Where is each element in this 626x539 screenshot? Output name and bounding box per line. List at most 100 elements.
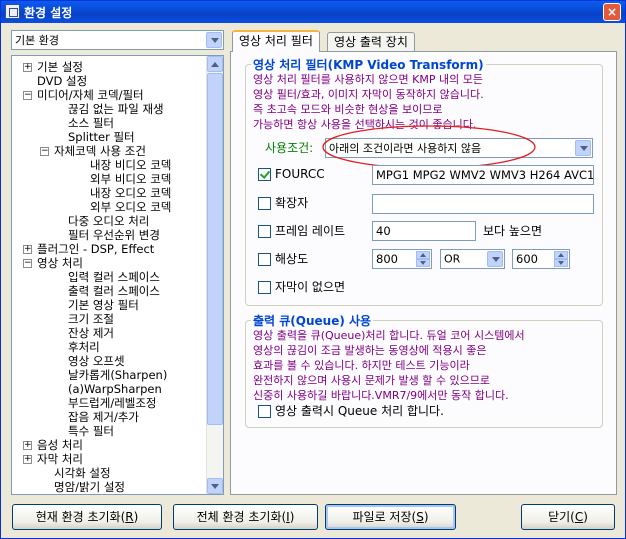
window-title: 환경 설정 [24, 6, 73, 20]
tab-video-output[interactable]: 영상 출력 장치 [327, 32, 415, 52]
resolution-op-value: OR [444, 252, 461, 266]
tree-scrollbar[interactable] [206, 56, 223, 494]
no-subtitle-label: 자막이 없으면 [275, 280, 346, 294]
save-to-file-key: S [416, 510, 424, 524]
reset-current-button[interactable]: 현재 환경 초기화(R) [12, 504, 162, 530]
tree-item-label: 필터 우선순위 변경 [68, 228, 160, 242]
scroll-down-icon[interactable] [207, 478, 223, 494]
stepper-up-icon[interactable] [554, 251, 568, 259]
framerate-checkbox[interactable] [258, 225, 271, 238]
reset-current-key: R [125, 510, 134, 524]
collapse-icon[interactable]: − [40, 147, 49, 156]
tree-item-label: 날카롭게(Sharpen) [68, 368, 168, 382]
settings-tree[interactable]: + 기본 설정 DVD 설정 − 미디어/자체 코덱/필터 끊김 없는 파일 재생 소스 필… [11, 55, 224, 495]
resolution-label: 해상도 [275, 252, 309, 266]
tree-item-label: 출력 컬러 스페이스 [68, 284, 160, 298]
tree-item-label: 영상 오프셋 [68, 354, 125, 368]
tree-item-label: 크기 조절 [68, 312, 114, 326]
scroll-up-icon[interactable] [207, 56, 223, 72]
tree-item-label: 후처리 [68, 340, 100, 354]
tab-panel: 영상 처리 필터(KMP Video Transform) 영상 처리 필터를 … [230, 51, 617, 495]
reset-all-button[interactable]: 전체 환경 초기화(I) [173, 504, 318, 530]
close-end: ) [583, 510, 588, 524]
tree-item-label: 내장 비디오 코덱 [90, 158, 172, 172]
stepper-down-icon[interactable] [554, 259, 568, 267]
tree-item-label: 플러그인 - DSP, Effect [37, 242, 155, 256]
tree-item-label: 영상 처리 [37, 256, 83, 270]
app-icon [5, 4, 20, 19]
close-label: 닫기( [548, 510, 575, 524]
tree-item-label: 입력 컬러 스페이스 [68, 270, 160, 284]
collapse-icon[interactable]: − [23, 259, 32, 268]
save-to-file-button[interactable]: 파일로 저장(S) [325, 504, 456, 530]
tree-item-label: 기본 설정 [37, 60, 83, 74]
close-window-button[interactable]: × [603, 3, 621, 21]
tree-item-label: 특수 필터 [68, 424, 114, 438]
tree-item-label: 내장 오디오 코덱 [90, 186, 172, 200]
settings-window: 환경 설정 × 기본 환경 + 기본 설정 DVD 설정 − 미디어/자체 코덱/필터 끊… [0, 0, 626, 539]
reset-current-label: 현재 환경 초기화( [35, 510, 126, 524]
fourcc-label: FOURCC [275, 167, 325, 181]
stepper-down-icon[interactable] [416, 259, 430, 267]
tree-item-label: 소스 필터 [68, 116, 114, 130]
fourcc-input[interactable]: MPG1 MPG2 WMV2 WMV3 H264 AVC1 [372, 165, 594, 185]
tree-item-label: 끊김 없는 파일 재생 [68, 102, 164, 116]
tree-item-label: 명암/밝기 설정 [54, 480, 126, 494]
tree-item-label: 다중 오디오 처리 [68, 214, 150, 228]
tree-item-label: 잡음 제거/추가 [68, 410, 140, 424]
close-key: C [574, 510, 584, 524]
expand-icon[interactable]: + [23, 441, 32, 450]
tree-item-label: 시각화 설정 [54, 466, 111, 480]
extension-checkbox[interactable] [258, 197, 271, 210]
chevron-down-icon[interactable] [487, 251, 503, 267]
fourcc-checkbox[interactable] [258, 168, 271, 181]
tree-item-label: 음성 처리 [37, 438, 83, 452]
queue-checkbox[interactable] [258, 405, 271, 418]
tree-item-label: Splitter 필터 [68, 130, 135, 144]
chevron-down-icon[interactable] [575, 140, 591, 156]
tree-item-label: 외부 비디오 코덱 [90, 172, 172, 186]
resolution-width-value: 800 [376, 252, 398, 266]
expand-icon[interactable]: + [23, 63, 32, 72]
tree-item-label: (a)WarpSharpen [68, 382, 162, 396]
scroll-thumb[interactable] [207, 73, 223, 425]
reset-all-label: 전체 환경 초기화( [196, 510, 287, 524]
framerate-suffix: 보다 높으면 [483, 224, 543, 238]
framerate-label: 프레임 레이트 [275, 224, 346, 238]
chevron-down-icon[interactable] [206, 32, 222, 48]
output-queue-group-title: 출력 큐(Queue) 사용 [251, 312, 374, 329]
output-queue-description: 영상 출력을 큐(Queue)처리 합니다. 듀얼 코어 시스템에서 영상의 끊… [253, 329, 525, 402]
extension-label: 확장자 [275, 196, 309, 210]
tree-item-label: 자체코덱 사용 조건 [54, 144, 146, 158]
expand-icon[interactable]: + [23, 455, 32, 464]
tab-video-filter[interactable]: 영상 처리 필터 [232, 30, 320, 52]
tree-item-label: 부드럽게/레벨조정 [68, 396, 157, 410]
expand-icon[interactable]: + [23, 245, 32, 254]
tree-item-label: 외부 오디오 코덱 [90, 200, 172, 214]
preset-select[interactable]: 기본 환경 [11, 30, 224, 50]
reset-current-end: ) [133, 510, 139, 524]
close-button[interactable]: 닫기(C) [521, 504, 615, 530]
queue-checkbox-label: 영상 출력시 Queue 처리 합니다. [275, 404, 444, 418]
title-bar[interactable]: 환경 설정 × [1, 1, 625, 23]
no-subtitle-checkbox[interactable] [258, 281, 271, 294]
resolution-height-value: 600 [516, 252, 538, 266]
framerate-input[interactable]: 40 [372, 221, 476, 241]
tree-item-label: 미디어/자체 코덱/필터 [37, 88, 144, 102]
tree-item-label: 자막 처리 [37, 452, 83, 466]
usage-condition-label: 사용조건: [265, 141, 314, 155]
collapse-icon[interactable]: − [23, 91, 32, 100]
resolution-height-stepper[interactable]: 600 [512, 249, 570, 269]
tree-item-label: DVD 설정 [37, 74, 88, 88]
tree-item-label: 잔상 제거 [68, 326, 114, 340]
video-filter-group-title: 영상 처리 필터(KMP Video Transform) [251, 56, 486, 73]
resolution-checkbox[interactable] [258, 253, 271, 266]
tree-item-label: 기본 영상 필터 [68, 298, 139, 312]
stepper-up-icon[interactable] [416, 251, 430, 259]
extension-input[interactable] [372, 194, 594, 214]
save-to-file-end: ) [423, 510, 429, 524]
resolution-width-stepper[interactable]: 800 [372, 249, 432, 269]
save-to-file-label: 파일로 저장( [352, 510, 417, 524]
reset-all-end: ) [289, 510, 295, 524]
resolution-op-select[interactable]: OR [440, 249, 505, 269]
